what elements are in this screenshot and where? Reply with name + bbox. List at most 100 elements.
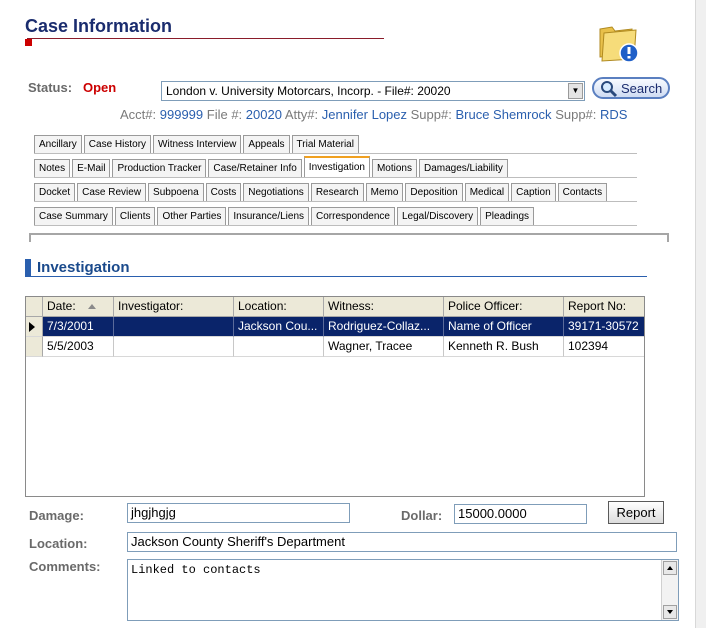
case-select-value: London v. University Motorcars, Incorp. … [166, 84, 451, 98]
chevron-down-icon[interactable]: ▼ [568, 83, 583, 99]
tab-case-retainer-info[interactable]: Case/Retainer Info [208, 159, 302, 177]
scroll-up-button[interactable] [663, 561, 677, 575]
tab-row-2: Notes E-Mail Production Tracker Case/Ret… [34, 155, 510, 177]
case-select[interactable]: London v. University Motorcars, Incorp. … [161, 81, 585, 101]
arrow-up-icon [667, 566, 673, 570]
location-label: Location: [29, 536, 88, 551]
tab-appeals[interactable]: Appeals [243, 135, 290, 153]
cell-witness[interactable]: Rodriguez-Collaz... [324, 317, 444, 337]
cell-witness[interactable]: Wagner, Tracee [324, 337, 444, 357]
row-selector[interactable] [26, 317, 43, 337]
cell-report-no[interactable]: 102394 [564, 337, 644, 357]
tab-row-1-divider [34, 153, 637, 154]
tab-email[interactable]: E-Mail [72, 159, 111, 177]
section-underline [25, 276, 647, 277]
section-title: Investigation [37, 259, 130, 276]
cell-police-officer[interactable]: Name of Officer [444, 317, 564, 337]
tab-witness-interview[interactable]: Witness Interview [153, 135, 242, 153]
tab-negotiations[interactable]: Negotiations [243, 183, 309, 201]
tab-case-history[interactable]: Case History [83, 135, 152, 153]
atty-value[interactable]: Jennifer Lopez [322, 107, 407, 122]
tab-legal-discovery[interactable]: Legal/Discovery [396, 207, 479, 225]
cell-investigator[interactable] [114, 337, 234, 357]
section-marker [25, 259, 31, 276]
tab-medical[interactable]: Medical [464, 183, 510, 201]
cell-date[interactable]: 7/3/2001 [43, 317, 114, 337]
tab-panel-frame [29, 233, 669, 242]
cell-date[interactable]: 5/5/2003 [43, 337, 114, 357]
search-button-label: Search [621, 81, 663, 96]
tab-ancillary[interactable]: Ancillary [34, 135, 82, 153]
cell-police-officer[interactable]: Kenneth R. Bush [444, 337, 564, 357]
tab-costs[interactable]: Costs [205, 183, 242, 201]
tab-caption[interactable]: Caption [511, 183, 556, 201]
tab-case-summary[interactable]: Case Summary [34, 207, 113, 225]
current-row-icon [29, 322, 35, 332]
folder-alert-icon [599, 26, 639, 63]
tab-row-3-divider [34, 201, 637, 202]
account-info-line: Acct#: 999999 File #: 20020 Atty#: Jenni… [120, 107, 627, 122]
comments-label: Comments: [29, 559, 101, 574]
tab-correspondence[interactable]: Correspondence [311, 207, 395, 225]
comments-textarea[interactable]: Linked to contacts [127, 559, 679, 621]
row-selector[interactable] [26, 337, 43, 357]
search-icon [601, 81, 618, 98]
supp1-label: Supp#: [410, 107, 452, 122]
tab-insurance-liens[interactable]: Insurance/Liens [228, 207, 310, 225]
tab-row-3: Docket Case Review Subpoena Costs Negoti… [34, 179, 609, 201]
tab-row-4-divider [34, 225, 637, 226]
status-value: Open [83, 80, 117, 95]
report-button[interactable]: Report [608, 501, 664, 524]
damage-input[interactable]: jhgjhgjg [127, 503, 350, 523]
tab-docket[interactable]: Docket [34, 183, 76, 201]
supp2-value[interactable]: RDS [600, 107, 627, 122]
dollar-label: Dollar: [401, 508, 443, 523]
search-button[interactable]: Search [592, 77, 670, 99]
cell-location[interactable]: Jackson Cou... [234, 317, 324, 337]
tab-pleadings[interactable]: Pleadings [480, 207, 535, 225]
cell-report-no[interactable]: 39171-30572 [564, 317, 644, 337]
tab-damages-liability[interactable]: Damages/Liability [418, 159, 508, 177]
investigation-grid[interactable]: Date: Investigator: Location: Witness: P… [25, 296, 645, 497]
tab-deposition[interactable]: Deposition [405, 183, 463, 201]
tab-trial-material[interactable]: Trial Material [291, 135, 359, 153]
tab-row-4: Case Summary Clients Other Parties Insur… [34, 203, 536, 225]
column-header-location[interactable]: Location: [234, 297, 324, 317]
tab-row-2-divider [34, 177, 637, 178]
grid-corner [26, 297, 43, 317]
column-header-date-label: Date: [47, 299, 76, 313]
acct-value[interactable]: 999999 [160, 107, 203, 122]
file-value[interactable]: 20020 [246, 107, 282, 122]
status-label: Status: [28, 80, 73, 95]
tab-research[interactable]: Research [310, 183, 364, 201]
column-header-report-no[interactable]: Report No: [564, 297, 644, 317]
title-marker [25, 39, 32, 46]
tab-investigation[interactable]: Investigation [303, 156, 370, 177]
column-header-police-officer[interactable]: Police Officer: [444, 297, 564, 317]
tab-memo[interactable]: Memo [365, 183, 404, 201]
tab-other-parties[interactable]: Other Parties [157, 207, 227, 225]
page-title: Case Information [25, 16, 173, 36]
window-scrollbar[interactable] [695, 0, 706, 628]
scroll-down-button[interactable] [663, 605, 677, 619]
tab-contacts[interactable]: Contacts [557, 183, 608, 201]
tab-case-review[interactable]: Case Review [77, 183, 147, 201]
tab-notes[interactable]: Notes [34, 159, 71, 177]
dollar-input[interactable]: 15000.0000 [454, 504, 587, 524]
column-header-investigator[interactable]: Investigator: [114, 297, 234, 317]
supp1-value[interactable]: Bruce Shemrock [455, 107, 551, 122]
comments-scrollbar[interactable] [661, 560, 678, 620]
column-header-date[interactable]: Date: [43, 297, 114, 317]
title-underline [27, 38, 384, 39]
tab-subpoena[interactable]: Subpoena [148, 183, 204, 201]
damage-label: Damage: [29, 508, 84, 523]
tab-motions[interactable]: Motions [371, 159, 417, 177]
tab-production-tracker[interactable]: Production Tracker [112, 159, 207, 177]
tab-clients[interactable]: Clients [114, 207, 156, 225]
column-header-witness[interactable]: Witness: [324, 297, 444, 317]
cell-location[interactable] [234, 337, 324, 357]
tab-row-1: Ancillary Case History Witness Interview… [34, 131, 361, 153]
cell-investigator[interactable] [114, 317, 234, 337]
location-input[interactable]: Jackson County Sheriff's Department [127, 532, 677, 552]
sort-ascending-icon [87, 304, 96, 310]
